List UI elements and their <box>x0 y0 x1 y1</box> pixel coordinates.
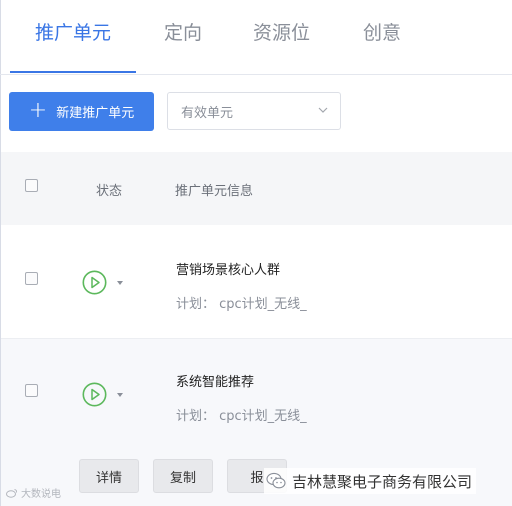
info-column-header: 推广单元信息 <box>175 184 254 199</box>
unit-plan: 计划： cpc计划_无线_ <box>176 297 307 312</box>
unit-name[interactable]: 营销场景核心人群 <box>176 259 280 278</box>
tab-promotion-unit[interactable]: 推广单元 <box>35 18 111 45</box>
active-tab-indicator <box>10 71 136 73</box>
unit-plan: 计划： cpc计划_无线_ <box>176 409 307 424</box>
source-watermark: 大数说电 <box>6 485 61 500</box>
filter-selected-value: 有效单元 <box>181 105 234 121</box>
company-watermark: 吉林慧聚电子商务有限公司 <box>264 468 477 494</box>
copy-button[interactable]: 复制 <box>153 459 213 493</box>
select-all-checkbox[interactable] <box>25 179 38 192</box>
tab-bar: 推广单元 定向 资源位 创意 <box>0 0 512 75</box>
chevron-down-icon <box>318 107 328 113</box>
row-checkbox[interactable] <box>25 384 38 397</box>
tab-creative[interactable]: 创意 <box>363 18 401 45</box>
new-promotion-unit-button[interactable]: + 新建推广单元 <box>9 92 154 131</box>
company-watermark-text: 吉林慧聚电子商务有限公司 <box>292 472 473 491</box>
table-row: 营销场景核心人群 计划： cpc计划_无线_ <box>1 226 512 339</box>
status-caret-down-icon[interactable] <box>116 280 124 286</box>
plus-icon: + <box>28 97 48 123</box>
wechat-icon <box>266 472 286 489</box>
weibo-icon <box>6 488 18 498</box>
source-watermark-text: 大数说电 <box>21 489 61 500</box>
row-checkbox[interactable] <box>25 272 38 285</box>
status-column-header: 状态 <box>96 184 123 199</box>
unit-name[interactable]: 系统智能推荐 <box>176 371 254 390</box>
details-button[interactable]: 详情 <box>79 459 139 493</box>
new-promotion-unit-label: 新建推广单元 <box>56 106 135 121</box>
tab-ad-placement[interactable]: 资源位 <box>253 18 310 45</box>
status-caret-down-icon[interactable] <box>116 392 124 398</box>
play-circle-icon[interactable] <box>82 270 107 295</box>
tab-targeting[interactable]: 定向 <box>164 18 202 45</box>
unit-status-filter-select[interactable]: 有效单元 <box>167 92 341 130</box>
play-circle-icon[interactable] <box>82 382 107 407</box>
table-header: 状态 推广单元信息 <box>1 152 512 225</box>
